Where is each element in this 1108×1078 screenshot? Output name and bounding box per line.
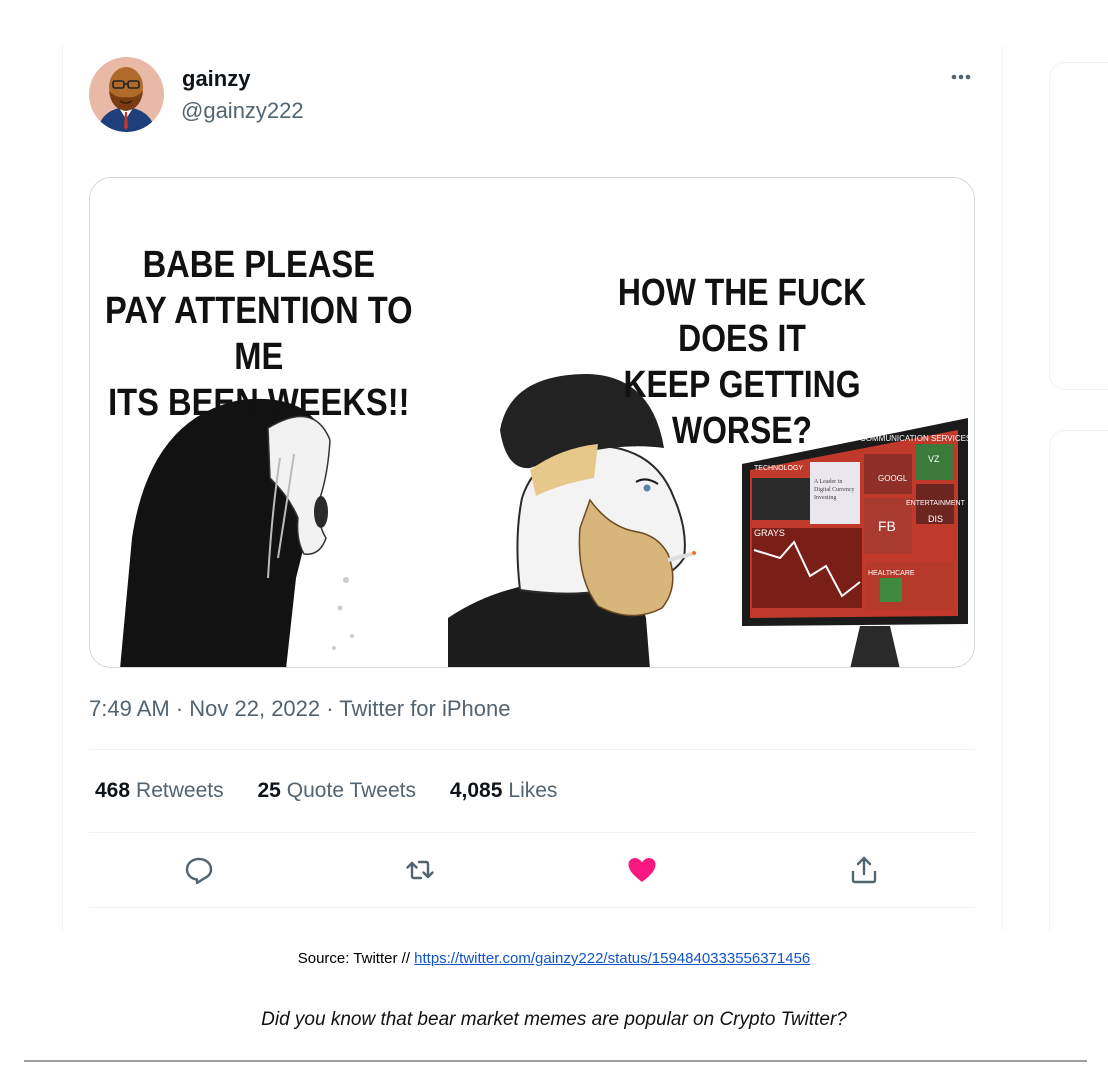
- monitor-label: HEALTHCARE: [868, 570, 915, 577]
- monitor-label: VZ: [928, 454, 940, 464]
- meme-caption-line: PAY ATTENTION TO ME: [105, 290, 413, 378]
- monitor-label: TECHNOLOGY: [754, 465, 804, 472]
- meme-caption-line: BABE PLEASE: [142, 244, 376, 286]
- monitor-label: FB: [878, 518, 896, 534]
- avatar-image: [89, 57, 164, 132]
- likes-label: Likes: [508, 779, 558, 802]
- monitor-label: GRAYS: [754, 528, 785, 538]
- monitor-label: GOOGL: [878, 474, 908, 483]
- monitor-label: A Leader in Digital Currency Investing: [814, 479, 855, 501]
- retweet-button[interactable]: [404, 854, 436, 886]
- source-prefix: Source: Twitter //: [297, 950, 415, 967]
- monitor-label: DIS: [928, 514, 944, 524]
- caption-note: Did you know that bear market memes are …: [261, 1009, 847, 1030]
- quote-tweets-count: 25: [257, 779, 281, 802]
- reply-icon: [185, 857, 213, 885]
- like-button[interactable]: [626, 854, 658, 886]
- share-icon: [851, 856, 877, 884]
- quote-tweets-label: Quote Tweets: [286, 779, 416, 802]
- meme-caption-line: HOW THE FUCK DOES IT: [617, 272, 867, 360]
- author-handle[interactable]: @gainzy222: [181, 98, 304, 124]
- quote-tweets-stat[interactable]: 25 Quote Tweets: [257, 779, 416, 803]
- retweets-count: 468: [95, 779, 131, 802]
- source-link[interactable]: https://twitter.com/gainzy222/status/159…: [414, 950, 810, 967]
- tweet-media[interactable]: BABE PLEASE PAY ATTENTION TO ME ITS BEEN…: [89, 177, 975, 668]
- tweet-timestamp[interactable]: 7:49 AM · Nov 22, 2022 · Twitter for iPh…: [89, 696, 510, 722]
- sidebar-panel: [1049, 62, 1108, 390]
- tweet-stats: 468 Retweets 25 Quote Tweets 4,085 Likes: [95, 779, 585, 803]
- retweets-label: Retweets: [136, 779, 224, 802]
- monitor-label: COMMUNICATION SERVICES: [860, 434, 972, 443]
- meme-caption-right: HOW THE FUCK DOES IT KEEP GETTING WORSE?: [574, 270, 910, 454]
- meme-caption-left: BABE PLEASE PAY ATTENTION TO ME ITS BEEN…: [104, 242, 414, 426]
- more-options-button[interactable]: [946, 62, 976, 92]
- likes-count: 4,085: [449, 779, 503, 802]
- author-name[interactable]: gainzy: [182, 66, 250, 92]
- horizontal-rule: [24, 1060, 1087, 1062]
- avatar[interactable]: [89, 57, 164, 132]
- share-button[interactable]: [848, 854, 880, 886]
- divider: [89, 907, 975, 908]
- reply-button[interactable]: [183, 854, 215, 886]
- meme-caption-line: ITS BEEN WEEKS!!: [108, 382, 410, 424]
- sidebar-panel: [1049, 430, 1108, 930]
- more-icon: [951, 74, 971, 80]
- retweet-icon: [406, 860, 434, 880]
- monitor-label: ENTERTAINMENT: [906, 500, 965, 507]
- divider: [89, 749, 975, 750]
- heart-icon: [628, 858, 656, 882]
- likes-stat[interactable]: 4,085 Likes: [450, 779, 558, 803]
- source-caption: Source: Twitter // https://twitter.com/g…: [0, 950, 1108, 967]
- retweets-stat[interactable]: 468 Retweets: [95, 779, 224, 803]
- divider: [89, 832, 975, 833]
